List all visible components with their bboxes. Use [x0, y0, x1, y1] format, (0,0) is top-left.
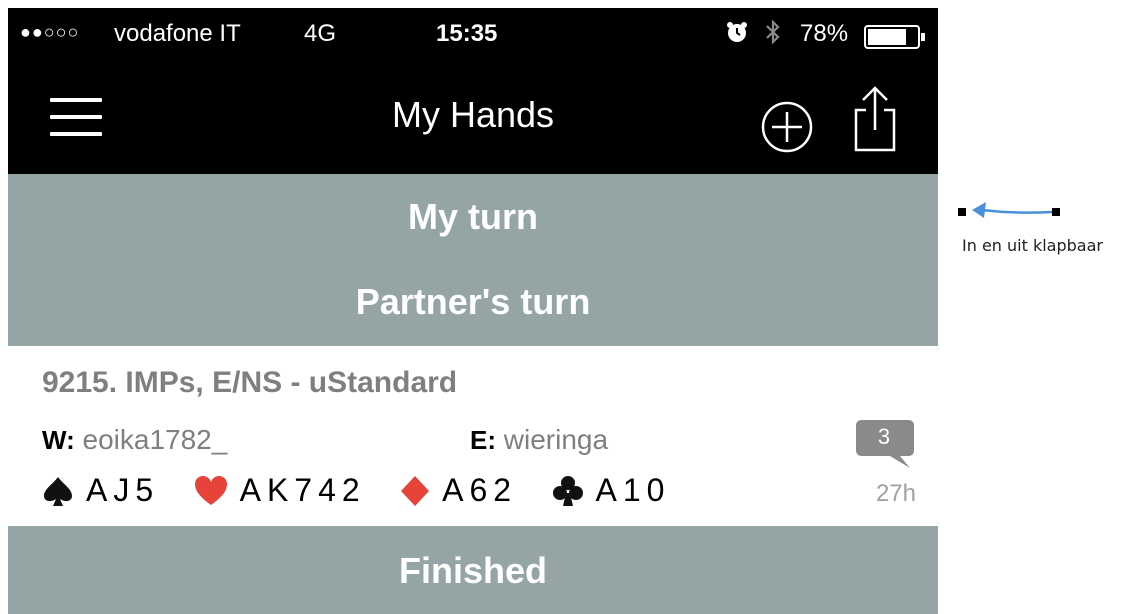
annotation-label: In en uit klapbaar — [962, 236, 1103, 255]
chat-count-badge: 3 — [877, 424, 891, 449]
battery-icon — [864, 25, 926, 56]
suit-hearts: AK742 — [194, 472, 366, 509]
hand-title: 9215. IMPs, E/NS - uStandard — [42, 366, 458, 399]
network-type: 4G — [304, 20, 337, 47]
navigation-bar: My Hands — [8, 60, 938, 174]
club-cards: A10 — [595, 472, 671, 508]
status-time: 15:35 — [436, 20, 498, 47]
heart-icon — [194, 475, 227, 505]
alarm-icon — [726, 21, 748, 50]
diamond-icon — [401, 475, 430, 506]
east-label: E: — [470, 425, 496, 455]
carrier-name: vodafone IT — [114, 20, 241, 47]
suit-spades: AJ5 — [42, 472, 159, 509]
east-player: E: wieringa — [470, 424, 608, 456]
bluetooth-icon — [764, 18, 782, 53]
section-partners-turn[interactable]: Partner's turn — [8, 262, 938, 346]
signal-strength: ●●○○○ — [20, 22, 80, 42]
elapsed-time: 27h — [875, 480, 916, 507]
section-my-turn[interactable]: My turn — [8, 174, 938, 262]
east-player-name: wieringa — [503, 424, 609, 455]
share-icon[interactable] — [848, 84, 902, 152]
club-icon — [552, 475, 583, 506]
suit-diamonds: A62 — [400, 472, 517, 509]
suit-clubs: A10 — [552, 472, 671, 509]
app-screen: ●●○○○ vodafone IT 4G 15:35 78% My Hands … — [8, 8, 938, 614]
add-icon[interactable] — [760, 100, 814, 154]
battery-percentage: 78% — [800, 20, 849, 47]
west-player-name: eoika1782_ — [82, 424, 228, 455]
heart-cards: AK742 — [239, 472, 366, 508]
spade-icon — [44, 476, 72, 506]
hand-list-item[interactable]: 9215. IMPs, E/NS - uStandard W: eoika178… — [8, 346, 938, 526]
west-label: W: — [42, 425, 75, 455]
spade-cards: AJ5 — [86, 472, 160, 508]
hand-cards: AJ5 AK742 A62 A10 — [42, 472, 700, 516]
west-player: W: eoika1782_ — [42, 424, 227, 456]
status-bar: ●●○○○ vodafone IT 4G 15:35 78% — [8, 8, 938, 60]
section-finished[interactable]: Finished — [8, 526, 938, 614]
annotation-arrow — [956, 196, 1136, 266]
diamond-cards: A62 — [442, 472, 518, 508]
